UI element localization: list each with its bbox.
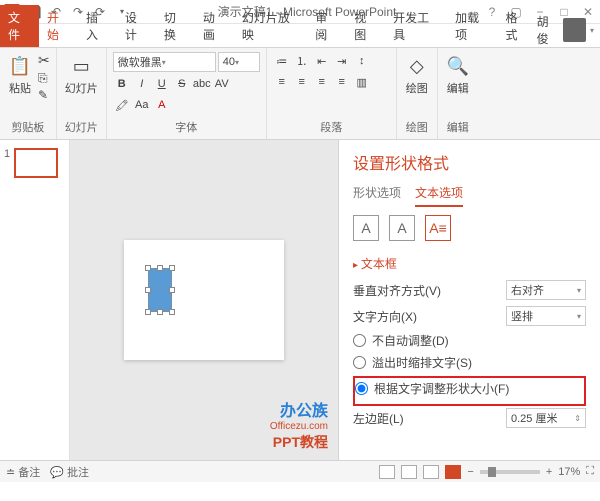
- margin-left-label: 左边距(L): [353, 410, 506, 427]
- avatar[interactable]: [563, 18, 586, 42]
- strike-button[interactable]: S: [173, 75, 191, 93]
- notes-button[interactable]: ≐ 备注: [6, 464, 40, 480]
- zoom-in-button[interactable]: +: [546, 466, 552, 478]
- italic-button[interactable]: I: [133, 75, 151, 93]
- spacing-button[interactable]: AV: [213, 75, 231, 93]
- watermark: 办公族 Officezu.com PPT教程: [270, 397, 328, 452]
- selected-shape[interactable]: [148, 268, 172, 312]
- radio-resize-shape[interactable]: 根据文字调整形状大小(F): [355, 380, 584, 397]
- font-color-button[interactable]: A: [153, 96, 171, 114]
- tab-format[interactable]: 格式: [498, 5, 537, 47]
- valign-select[interactable]: 右对齐▾: [506, 280, 586, 300]
- textdir-select[interactable]: 竖排▾: [506, 306, 586, 326]
- line-spacing-button[interactable]: ↕: [353, 52, 371, 70]
- section-textbox[interactable]: 文本框: [353, 255, 586, 272]
- radio-no-autofit[interactable]: 不自动调整(D): [353, 332, 586, 349]
- user-name[interactable]: 胡俊: [537, 13, 560, 47]
- shadow-button[interactable]: abc: [193, 75, 211, 93]
- align-left-button[interactable]: ≡: [273, 73, 291, 91]
- sorter-view-button[interactable]: [401, 465, 417, 479]
- drawing-group-label: 绘图: [406, 119, 428, 135]
- tab-devtools[interactable]: 开发工具: [385, 5, 447, 47]
- columns-button[interactable]: ▥: [353, 73, 371, 91]
- para-group-label: 段落: [320, 119, 342, 135]
- pane-title: 设置形状格式: [353, 150, 586, 174]
- tab-insert[interactable]: 插入: [78, 5, 117, 47]
- justify-button[interactable]: ≡: [333, 73, 351, 91]
- clipboard-group-label: 剪贴板: [11, 119, 44, 135]
- text-fill-icon[interactable]: A: [353, 215, 379, 241]
- tab-view[interactable]: 视图: [346, 5, 385, 47]
- paste-button[interactable]: 📋 粘贴: [6, 52, 34, 102]
- highlight-button[interactable]: 🖍: [113, 96, 131, 114]
- format-shape-pane: 设置形状格式 形状选项 文本选项 A A A≡ 文本框 垂直对齐方式(V) 右对…: [338, 140, 600, 460]
- thumb-preview: [14, 148, 58, 178]
- tab-home[interactable]: 开始: [39, 5, 78, 47]
- slide-thumbnail[interactable]: 1: [4, 148, 65, 178]
- editing-button[interactable]: 🔍 编辑: [444, 52, 472, 98]
- text-effects-icon[interactable]: A: [389, 215, 415, 241]
- valign-label: 垂直对齐方式(V): [353, 282, 506, 299]
- font-size-select[interactable]: 40▾: [218, 52, 260, 72]
- underline-button[interactable]: U: [153, 75, 171, 93]
- slides-icon: ▭: [69, 54, 93, 78]
- drawing-icon: ◇: [405, 54, 429, 78]
- numbering-button[interactable]: ⒈: [293, 52, 311, 70]
- find-icon: 🔍: [446, 54, 470, 78]
- zoom-slider[interactable]: [480, 470, 540, 474]
- reading-view-button[interactable]: [423, 465, 439, 479]
- textdir-label: 文字方向(X): [353, 308, 506, 325]
- thumb-number: 1: [4, 148, 10, 178]
- indent-inc-button[interactable]: ⇥: [333, 52, 351, 70]
- fit-window-button[interactable]: ⛶: [586, 465, 594, 478]
- editing-group-label: 编辑: [447, 119, 469, 135]
- tab-file[interactable]: 文件: [0, 5, 39, 47]
- case-button[interactable]: Aa: [133, 96, 151, 114]
- textbox-icon[interactable]: A≡: [425, 215, 451, 241]
- slide-canvas[interactable]: 办公族 Officezu.com PPT教程: [70, 140, 338, 460]
- cut-icon[interactable]: ✂: [38, 52, 50, 69]
- margin-left-input[interactable]: 0.25 厘米⇕: [506, 408, 586, 428]
- font-group-label: 字体: [175, 119, 197, 135]
- pane-tab-text[interactable]: 文本选项: [415, 184, 463, 207]
- normal-view-button[interactable]: [379, 465, 395, 479]
- bullets-button[interactable]: ≔: [273, 52, 291, 70]
- slideshow-view-button[interactable]: [445, 465, 461, 479]
- zoom-level[interactable]: 17%: [558, 466, 580, 478]
- format-painter-icon[interactable]: ✎: [38, 88, 50, 102]
- tab-review[interactable]: 审阅: [307, 5, 346, 47]
- font-family-select[interactable]: 微软雅黑▾: [113, 52, 216, 72]
- tab-design[interactable]: 设计: [117, 5, 156, 47]
- user-menu-icon[interactable]: ▾: [590, 26, 594, 35]
- drawing-button[interactable]: ◇ 绘图: [403, 52, 431, 98]
- tab-addins[interactable]: 加载项: [447, 5, 497, 47]
- copy-icon[interactable]: ⎘: [38, 71, 50, 86]
- zoom-out-button[interactable]: −: [467, 466, 473, 478]
- indent-dec-button[interactable]: ⇤: [313, 52, 331, 70]
- comments-button[interactable]: 💬 批注: [50, 464, 89, 480]
- paste-icon: 📋: [8, 54, 32, 78]
- slides-button[interactable]: ▭ 幻灯片: [63, 52, 100, 98]
- bold-button[interactable]: B: [113, 75, 131, 93]
- radio-shrink-text[interactable]: 溢出时缩排文字(S): [353, 354, 586, 371]
- tab-animation[interactable]: 动画: [195, 5, 234, 47]
- slides-group-label: 幻灯片: [65, 119, 98, 135]
- align-right-button[interactable]: ≡: [313, 73, 331, 91]
- tab-slideshow[interactable]: 幻灯片放映: [234, 5, 307, 47]
- pane-tab-shape[interactable]: 形状选项: [353, 184, 401, 207]
- align-center-button[interactable]: ≡: [293, 73, 311, 91]
- tab-transition[interactable]: 切换: [156, 5, 195, 47]
- slide[interactable]: [124, 240, 284, 360]
